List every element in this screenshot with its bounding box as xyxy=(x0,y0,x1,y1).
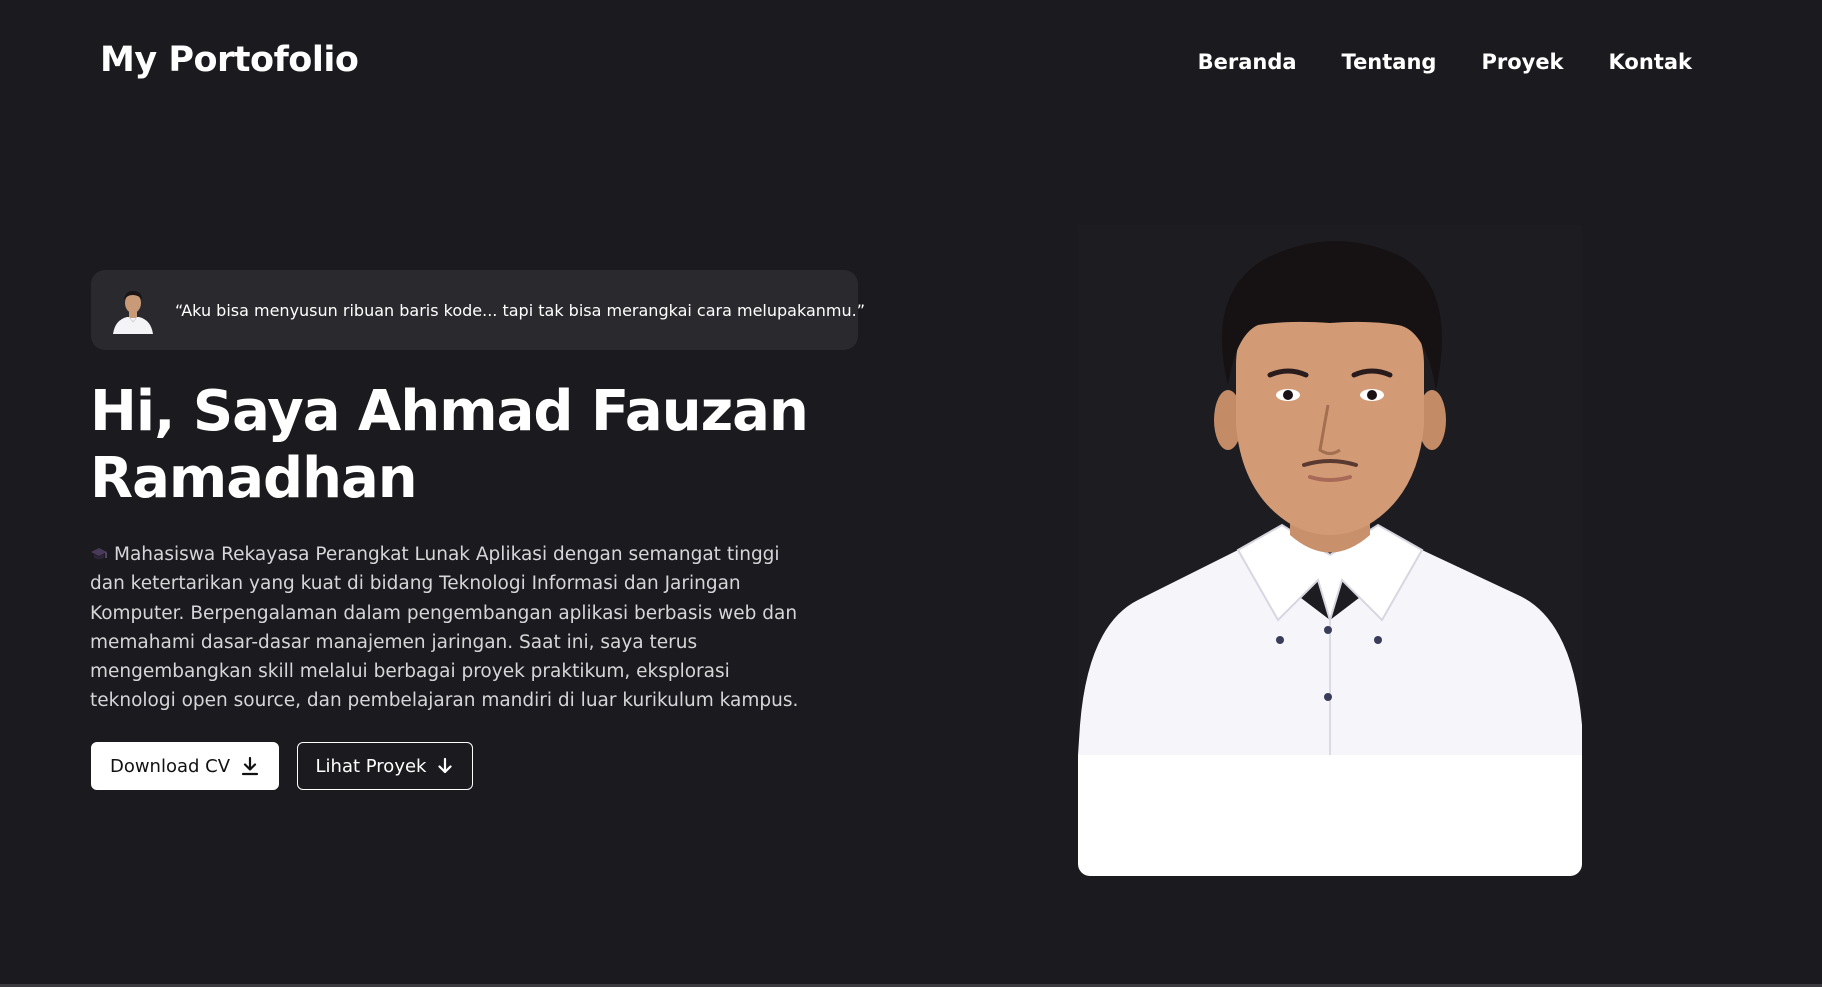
brand-logo[interactable]: My Portofolio xyxy=(100,40,359,80)
download-icon xyxy=(240,756,260,776)
hero-title-line2: Ramadhan xyxy=(90,446,418,511)
graduation-cap-icon xyxy=(90,542,108,560)
quote-text: “Aku bisa menyusun ribuan baris kode... … xyxy=(175,300,865,320)
nav-item-proyek[interactable]: Proyek xyxy=(1481,50,1563,74)
view-projects-button[interactable]: Lihat Proyek xyxy=(297,742,473,790)
nav-item-kontak[interactable]: Kontak xyxy=(1609,50,1692,74)
nav-item-beranda[interactable]: Beranda xyxy=(1198,50,1297,74)
hero-title-line1: Hi, Saya Ahmad Fauzan xyxy=(90,379,809,444)
quote-card: “Aku bisa menyusun ribuan baris kode... … xyxy=(91,270,865,350)
hero-description: Mahasiswa Rekayasa Perangkat Lunak Aplik… xyxy=(90,540,810,716)
arrow-down-icon xyxy=(436,757,454,775)
download-cv-button[interactable]: Download CV xyxy=(91,742,279,790)
hero-title: Hi, Saya Ahmad Fauzan Ramadhan xyxy=(90,378,850,512)
nav-item-tentang[interactable]: Tentang xyxy=(1342,50,1437,74)
view-projects-label: Lihat Proyek xyxy=(315,755,427,777)
download-cv-label: Download CV xyxy=(109,755,231,777)
main-nav: Beranda Tentang Proyek Kontak xyxy=(1198,50,1692,74)
profile-photo xyxy=(1078,225,1582,876)
avatar xyxy=(109,286,157,334)
hero-description-text: Mahasiswa Rekayasa Perangkat Lunak Aplik… xyxy=(90,544,799,712)
portfolio-page: My Portofolio Beranda Tentang Proyek Kon… xyxy=(0,0,1822,987)
